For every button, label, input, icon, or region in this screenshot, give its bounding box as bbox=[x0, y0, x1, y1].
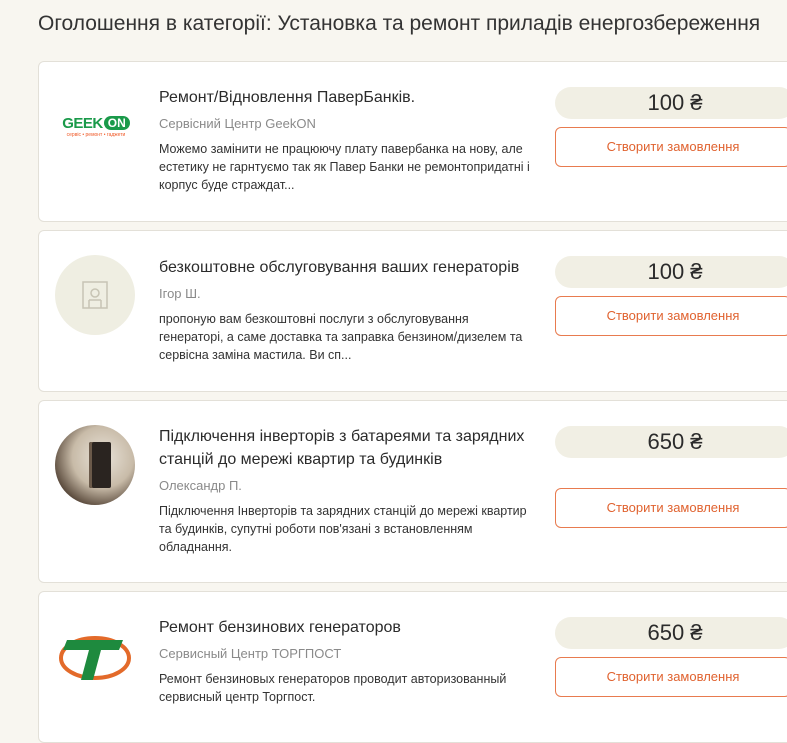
listing-description: Підключення Інверторів та зарядних станц… bbox=[159, 504, 527, 554]
listing-title[interactable]: Підключення інверторів з батареями та за… bbox=[159, 425, 534, 471]
torgpost-logo-icon bbox=[59, 636, 131, 680]
listing-title[interactable]: Ремонт бензинових генераторов bbox=[159, 616, 534, 639]
create-order-button[interactable]: Створити замовлення bbox=[555, 296, 787, 336]
create-order-button[interactable]: Створити замовлення bbox=[555, 127, 787, 167]
create-order-button[interactable]: Створити замовлення bbox=[555, 488, 787, 528]
avatar-placeholder bbox=[55, 255, 135, 335]
listing-card[interactable]: Підключення інверторів з батареями та за… bbox=[38, 400, 787, 583]
listing-price: 650 ₴ bbox=[555, 617, 787, 649]
listing-description: Можемо замінити не працюючу плату паверб… bbox=[159, 142, 530, 192]
listing-title[interactable]: безкоштовне обслуговування ваших генерат… bbox=[159, 256, 534, 279]
image-placeholder-icon bbox=[82, 281, 108, 309]
geekon-logo: GEEK ON сервіс • ремонт • гаджети bbox=[55, 86, 137, 166]
listing-description: Ремонт бензиновых генераторов проводит а… bbox=[159, 672, 507, 704]
torgpost-logo bbox=[55, 616, 135, 696]
page-title: Оголошення в категорії: Установка та рем… bbox=[38, 12, 761, 35]
listing-author[interactable]: Олександр П. bbox=[159, 478, 534, 493]
listing-title[interactable]: Ремонт/Відновлення ПаверБанків. bbox=[159, 86, 534, 109]
listing-price: 650 ₴ bbox=[555, 426, 787, 458]
listing-price: 100 ₴ bbox=[555, 87, 787, 119]
avatar-photo bbox=[55, 425, 135, 505]
listing-author[interactable]: Сервісний Центр GeekON bbox=[159, 116, 534, 131]
listing-card[interactable]: Ремонт бензинових генераторов Сервисный … bbox=[38, 591, 787, 743]
photo-door-shape bbox=[89, 442, 111, 488]
listing-author[interactable]: Ігор Ш. bbox=[159, 286, 534, 301]
listing-description: пропоную вам безкоштовні послуги з обслу… bbox=[159, 312, 523, 362]
create-order-button[interactable]: Створити замовлення bbox=[555, 657, 787, 697]
listing-price: 100 ₴ bbox=[555, 256, 787, 288]
listing-author[interactable]: Сервисный Центр ТОРГПОСТ bbox=[159, 646, 534, 661]
listing-card[interactable]: безкоштовне обслуговування ваших генерат… bbox=[38, 230, 787, 392]
listing-card[interactable]: GEEK ON сервіс • ремонт • гаджети Ремонт… bbox=[38, 61, 787, 222]
